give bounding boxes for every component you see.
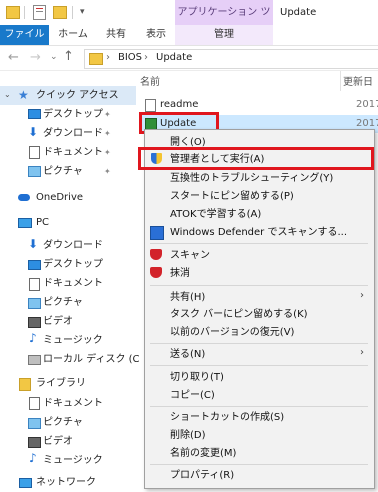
tab-file[interactable]: ファイル bbox=[0, 25, 49, 45]
nav-quick-downloads[interactable]: ダウンロード bbox=[43, 124, 103, 143]
tab-view[interactable]: 表示 bbox=[137, 25, 175, 45]
nav-lib-documents[interactable]: ドキュメント bbox=[43, 394, 103, 413]
menu-pin-taskbar[interactable]: タスク バーにピン留めする(K) bbox=[170, 306, 308, 323]
menu-separator bbox=[150, 464, 368, 465]
column-header-date[interactable]: 更新日 bbox=[343, 73, 373, 88]
menu-separator bbox=[150, 285, 368, 286]
menu-share[interactable]: 共有(H) bbox=[170, 289, 205, 306]
nav-network[interactable]: ネットワーク bbox=[36, 473, 96, 492]
pictures-icon bbox=[28, 418, 41, 429]
new-folder-icon[interactable] bbox=[53, 6, 67, 19]
menu-separator bbox=[150, 406, 368, 407]
breadcrumb-chevron-icon[interactable]: › bbox=[144, 52, 148, 64]
document-icon bbox=[29, 146, 40, 159]
customize-toolbar-icon[interactable]: ▾ bbox=[80, 8, 85, 17]
network-icon bbox=[19, 478, 32, 488]
download-icon: ⬇ bbox=[28, 125, 39, 139]
pin-icon: ✦ bbox=[104, 129, 111, 138]
nav-pc-pictures[interactable]: ピクチャ bbox=[43, 293, 83, 312]
nav-library[interactable]: ライブラリ bbox=[36, 374, 86, 393]
back-arrow-icon[interactable]: ← bbox=[8, 51, 19, 64]
desktop-icon bbox=[28, 260, 41, 270]
nav-pc-desktop[interactable]: デスクトップ bbox=[43, 255, 103, 274]
nav-quick-pictures[interactable]: ピクチャ bbox=[43, 162, 83, 181]
app-icon bbox=[6, 6, 20, 19]
menu-create-shortcut[interactable]: ショートカットの作成(S) bbox=[170, 409, 284, 426]
menu-separator bbox=[150, 365, 368, 366]
submenu-arrow-icon: › bbox=[360, 347, 364, 358]
nav-lib-music[interactable]: ミュージック bbox=[43, 451, 103, 470]
recent-locations-icon[interactable]: ⌄ bbox=[50, 53, 58, 62]
nav-onedrive[interactable]: OneDrive bbox=[36, 188, 83, 207]
tab-home[interactable]: ホーム bbox=[52, 25, 94, 45]
nav-quick-desktop[interactable]: デスクトップ bbox=[43, 105, 103, 124]
file-name: readme bbox=[160, 99, 199, 110]
menu-scan[interactable]: スキャン bbox=[170, 247, 210, 264]
nav-lib-pictures[interactable]: ピクチャ bbox=[43, 413, 83, 432]
music-icon: ♪ bbox=[29, 331, 37, 345]
tab-manage[interactable]: 管理 bbox=[175, 25, 273, 45]
nav-pc-local-disk[interactable]: ローカル ディスク (C bbox=[43, 350, 140, 369]
menu-atok-learn[interactable]: ATOKで学習する(A) bbox=[170, 206, 261, 223]
menu-cut[interactable]: 切り取り(T) bbox=[170, 369, 224, 386]
menu-pin-start[interactable]: スタートにピン留めする(P) bbox=[170, 188, 294, 205]
expand-chevron-icon[interactable]: ⌄ bbox=[4, 90, 11, 100]
nav-pc-downloads[interactable]: ダウンロード bbox=[43, 236, 103, 255]
highlight-box-run-as-admin bbox=[138, 147, 374, 170]
context-tab-header: アプリケーション ツール bbox=[175, 0, 273, 43]
quick-access-toolbar-divider bbox=[72, 6, 73, 19]
pin-icon: ✦ bbox=[104, 110, 111, 119]
menu-copy[interactable]: コピー(C) bbox=[170, 387, 215, 404]
menu-defender-scan[interactable]: Windows Defender でスキャンする... bbox=[170, 224, 347, 241]
document-icon bbox=[29, 397, 40, 410]
music-icon: ♪ bbox=[29, 451, 37, 465]
folder-icon bbox=[89, 53, 103, 65]
desktop-icon bbox=[28, 109, 41, 119]
star-icon: ★ bbox=[18, 88, 29, 102]
window-title: Update bbox=[280, 7, 317, 18]
pin-icon: ✦ bbox=[104, 148, 111, 157]
library-icon bbox=[19, 378, 31, 391]
nav-pc-videos[interactable]: ビデオ bbox=[43, 312, 73, 331]
text-file-icon bbox=[145, 99, 156, 112]
breadcrumb-bios[interactable]: BIOS bbox=[118, 52, 142, 64]
nav-lib-videos[interactable]: ビデオ bbox=[43, 432, 73, 451]
video-icon bbox=[28, 437, 41, 448]
properties-icon[interactable] bbox=[33, 5, 46, 20]
divider bbox=[24, 6, 25, 19]
pictures-icon bbox=[28, 166, 41, 177]
document-icon bbox=[29, 278, 40, 291]
pictures-icon bbox=[28, 298, 41, 309]
menu-shred[interactable]: 抹消 bbox=[170, 265, 190, 282]
video-icon bbox=[28, 317, 41, 328]
submenu-arrow-icon: › bbox=[360, 290, 364, 301]
pin-icon: ✦ bbox=[104, 167, 111, 176]
file-date: 2017/( bbox=[356, 99, 378, 110]
menu-send-to[interactable]: 送る(N) bbox=[170, 346, 205, 363]
menu-delete[interactable]: 削除(D) bbox=[170, 427, 206, 444]
cloud-icon bbox=[18, 194, 30, 201]
column-divider[interactable] bbox=[340, 71, 341, 91]
nav-quick-documents[interactable]: ドキュメント bbox=[43, 143, 103, 162]
menu-restore-previous[interactable]: 以前のバージョンの復元(V) bbox=[170, 324, 294, 341]
pc-icon bbox=[18, 218, 32, 228]
windows-defender-icon bbox=[150, 226, 164, 240]
menu-compat-troubleshoot[interactable]: 互換性のトラブルシューティング(Y) bbox=[170, 170, 333, 187]
column-header-name[interactable]: 名前 bbox=[140, 73, 160, 88]
up-arrow-icon[interactable]: ↑ bbox=[63, 50, 74, 63]
nav-quick-access-label: クイック アクセス bbox=[36, 90, 119, 101]
disk-icon bbox=[28, 355, 41, 365]
nav-pc-documents[interactable]: ドキュメント bbox=[43, 274, 103, 293]
menu-separator bbox=[150, 243, 368, 244]
forward-arrow-icon[interactable]: → bbox=[30, 51, 41, 64]
menu-rename[interactable]: 名前の変更(M) bbox=[170, 445, 236, 462]
breadcrumb-update[interactable]: Update bbox=[156, 52, 192, 64]
tab-share[interactable]: 共有 bbox=[97, 25, 135, 45]
menu-properties[interactable]: プロパティ(R) bbox=[170, 467, 234, 484]
download-icon: ⬇ bbox=[28, 237, 39, 251]
menu-separator bbox=[150, 343, 368, 344]
nav-pc-music[interactable]: ミュージック bbox=[43, 331, 103, 350]
nav-pc[interactable]: PC bbox=[36, 213, 49, 232]
breadcrumb-chevron-icon[interactable]: › bbox=[106, 52, 110, 64]
